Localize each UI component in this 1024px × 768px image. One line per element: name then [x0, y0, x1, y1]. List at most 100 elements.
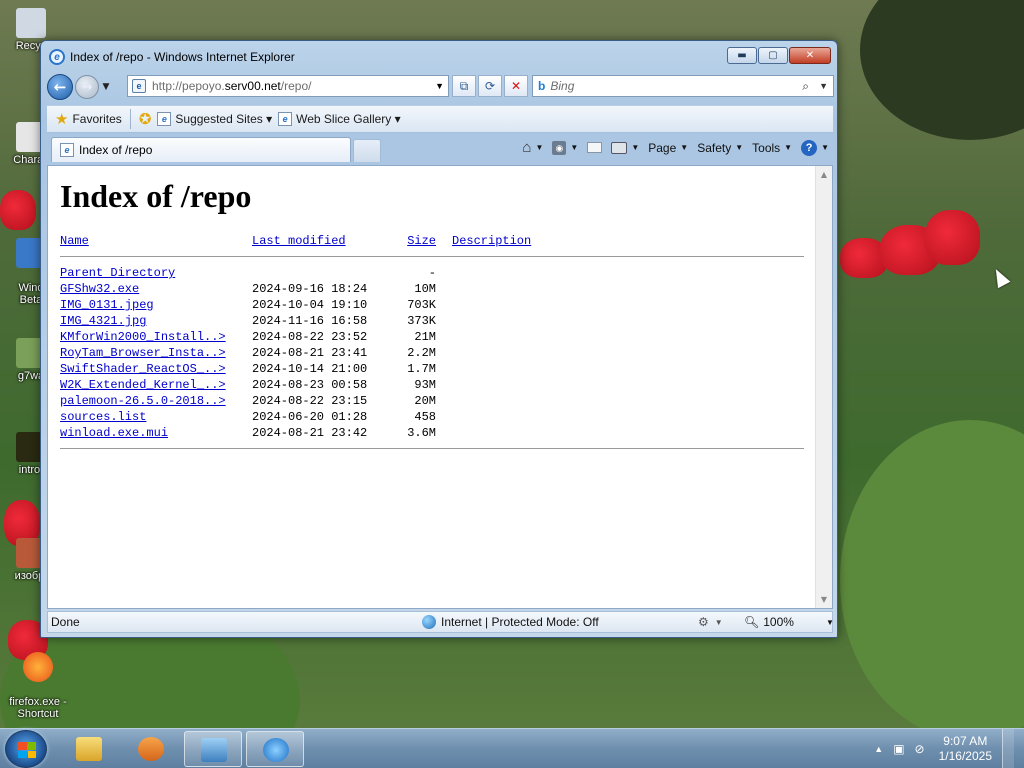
file-modified: 2024-11-16 16:58	[252, 314, 368, 328]
suggested-sites-link[interactable]: e Suggested Sites ▾	[157, 112, 272, 126]
search-placeholder: Bing	[550, 79, 575, 93]
file-link[interactable]: SwiftShader_ReactOS_..>	[60, 362, 226, 376]
file-link[interactable]: RoyTam_Browser_Insta..>	[60, 346, 226, 360]
file-link[interactable]: GFShw32.exe	[60, 282, 139, 296]
recent-pages-dropdown[interactable]: ▼	[99, 82, 113, 92]
stop-button[interactable]: ✕	[504, 75, 528, 97]
search-dropdown-icon[interactable]: ▼	[819, 81, 828, 91]
pop-up-settings[interactable]: ⚙ ▼	[698, 615, 723, 629]
back-button[interactable]: ←	[47, 74, 73, 100]
ie-window: e Index of /repo - Windows Internet Expl…	[40, 40, 838, 638]
pop-up-blocker-icon: ⚙	[698, 615, 709, 629]
taskbar-explorer[interactable]	[60, 731, 118, 767]
print-button[interactable]: ▼	[611, 141, 639, 154]
file-size: 21M	[414, 330, 436, 344]
forward-button[interactable]: →	[75, 75, 99, 99]
file-modified: 2024-08-23 00:58	[252, 378, 368, 392]
parent-directory-link[interactable]: Parent Directory	[60, 266, 175, 280]
zone-label: Internet | Protected Mode: Off	[441, 615, 599, 629]
file-modified: 2024-06-20 01:28	[252, 410, 368, 424]
firefox-icon	[23, 652, 53, 682]
file-link[interactable]: W2K_Extended_Kernel_..>	[60, 378, 226, 392]
taskbar-control-panel[interactable]	[184, 731, 242, 767]
address-dropdown-icon[interactable]: ▼	[435, 81, 444, 91]
file-link[interactable]: winload.exe.mui	[60, 426, 168, 440]
tab-index-of-repo[interactable]: e Index of /repo	[51, 137, 351, 162]
file-link[interactable]: KMforWin2000_Install..>	[60, 330, 226, 344]
read-mail-button[interactable]	[587, 142, 603, 153]
file-row: SwiftShader_ReactOS_..> 2024-10-14 21:00 1…	[60, 361, 804, 377]
chevron-down-icon: ▼	[714, 617, 723, 627]
volume-muted-icon[interactable]: ⊘	[915, 742, 925, 756]
file-size: 2.2M	[407, 346, 436, 360]
file-size: 1.7M	[407, 362, 436, 376]
file-link[interactable]: palemoon-26.5.0-2018..>	[60, 394, 226, 408]
divider	[60, 256, 804, 257]
help-menu[interactable]: ? ▼	[801, 139, 829, 156]
printer-icon	[611, 141, 628, 154]
home-icon: ⌂	[522, 139, 532, 156]
file-link[interactable]: sources.list	[60, 410, 146, 424]
compatibility-view-button[interactable]: ⧉	[452, 75, 476, 97]
show-desktop-button[interactable]	[1002, 729, 1014, 768]
new-tab-button[interactable]	[353, 139, 381, 162]
add-to-favorites-bar-icon[interactable]: ✪	[139, 110, 152, 128]
chevron-down-icon: ▼	[825, 617, 834, 627]
scroll-down-icon[interactable]: ▼	[816, 591, 832, 608]
safety-menu[interactable]: Safety ▼	[697, 141, 743, 155]
file-modified: 2024-10-04 19:10	[252, 298, 368, 312]
address-bar[interactable]: e http://pepoyo.serv00.net/repo/ ▼	[127, 75, 449, 97]
home-button[interactable]: ⌂ ▼	[522, 139, 543, 156]
refresh-button[interactable]: ⟳	[478, 75, 502, 97]
favorites-bar: ★ Favorites ✪ e Suggested Sites ▾ e Web …	[47, 105, 833, 133]
security-zone[interactable]: Internet | Protected Mode: Off	[422, 615, 599, 629]
show-hidden-icons-icon[interactable]: ▲	[874, 744, 883, 754]
vertical-scrollbar[interactable]: ▲ ▼	[815, 166, 832, 608]
tools-menu-label: Tools	[752, 140, 781, 155]
close-button[interactable]: ✕	[789, 47, 831, 64]
chevron-down-icon: ▼	[570, 143, 579, 152]
web-slice-gallery-link[interactable]: e Web Slice Gallery ▾	[278, 112, 401, 126]
tab-title: Index of /repo	[79, 143, 153, 157]
window-title: Index of /repo - Windows Internet Explor…	[70, 50, 295, 64]
sort-by-size-link[interactable]: Size	[407, 234, 436, 248]
file-row: KMforWin2000_Install..> 2024-08-22 23:52 2…	[60, 329, 804, 345]
address-tools: ⧉ ⟳ ✕	[452, 75, 528, 97]
chevron-down-icon: ▼	[680, 143, 689, 152]
maximize-button[interactable]: ▢	[758, 47, 788, 64]
windows-logo-icon	[18, 742, 36, 758]
sort-by-name-link[interactable]: Name	[60, 234, 89, 248]
parent-directory-row: Parent Directory -	[60, 265, 804, 281]
page-menu[interactable]: Page ▼	[648, 141, 688, 155]
file-size: 458	[414, 410, 436, 424]
file-listing: Name Last modified Size Description Pare…	[60, 233, 804, 449]
chevron-down-icon: ▼	[784, 143, 793, 152]
sort-by-description-link[interactable]: Description	[452, 234, 531, 248]
sort-by-modified-link[interactable]: Last modified	[252, 234, 346, 248]
taskbar-internet-explorer[interactable]	[246, 731, 304, 767]
taskbar-media-player[interactable]	[122, 731, 180, 767]
clock[interactable]: 9:07 AM 1/16/2025	[939, 734, 992, 764]
minimize-button[interactable]: ▬	[727, 47, 757, 64]
mail-icon	[587, 142, 603, 153]
file-link[interactable]: IMG_0131.jpeg	[60, 298, 154, 312]
scroll-up-icon[interactable]: ▲	[816, 166, 832, 183]
zoom-control[interactable]: 🔍︎ 100% ▼	[744, 615, 834, 629]
desktop-icon-label: firefox.exe - Shortcut	[9, 696, 67, 720]
directory-listing-page: Index of /repo Name Last modified Size D…	[60, 178, 804, 457]
search-icon[interactable]: ⌕	[802, 79, 809, 94]
search-box[interactable]: b Bing ⌕ ▼	[532, 75, 834, 97]
chevron-down-icon: ▼	[821, 143, 829, 152]
title-bar[interactable]: e Index of /repo - Windows Internet Expl…	[49, 47, 729, 67]
page-heading: Index of /repo	[60, 178, 252, 214]
favorites-button[interactable]: ★ Favorites	[55, 110, 122, 128]
feeds-button[interactable]: ◉ ▼	[552, 140, 579, 155]
file-link[interactable]: IMG_4321.jpg	[60, 314, 146, 328]
desktop-icon-firefox-shortcut[interactable]: firefox.exe - Shortcut	[0, 640, 76, 720]
start-button[interactable]	[5, 730, 47, 768]
system-tray: ▲ ▣ ⊘ 9:07 AM 1/16/2025	[874, 729, 1024, 768]
favorites-star-icon: ★	[55, 111, 69, 128]
tools-menu[interactable]: Tools ▼	[752, 141, 792, 155]
network-icon[interactable]: ▣	[893, 742, 904, 756]
internet-explorer-icon	[263, 738, 289, 762]
